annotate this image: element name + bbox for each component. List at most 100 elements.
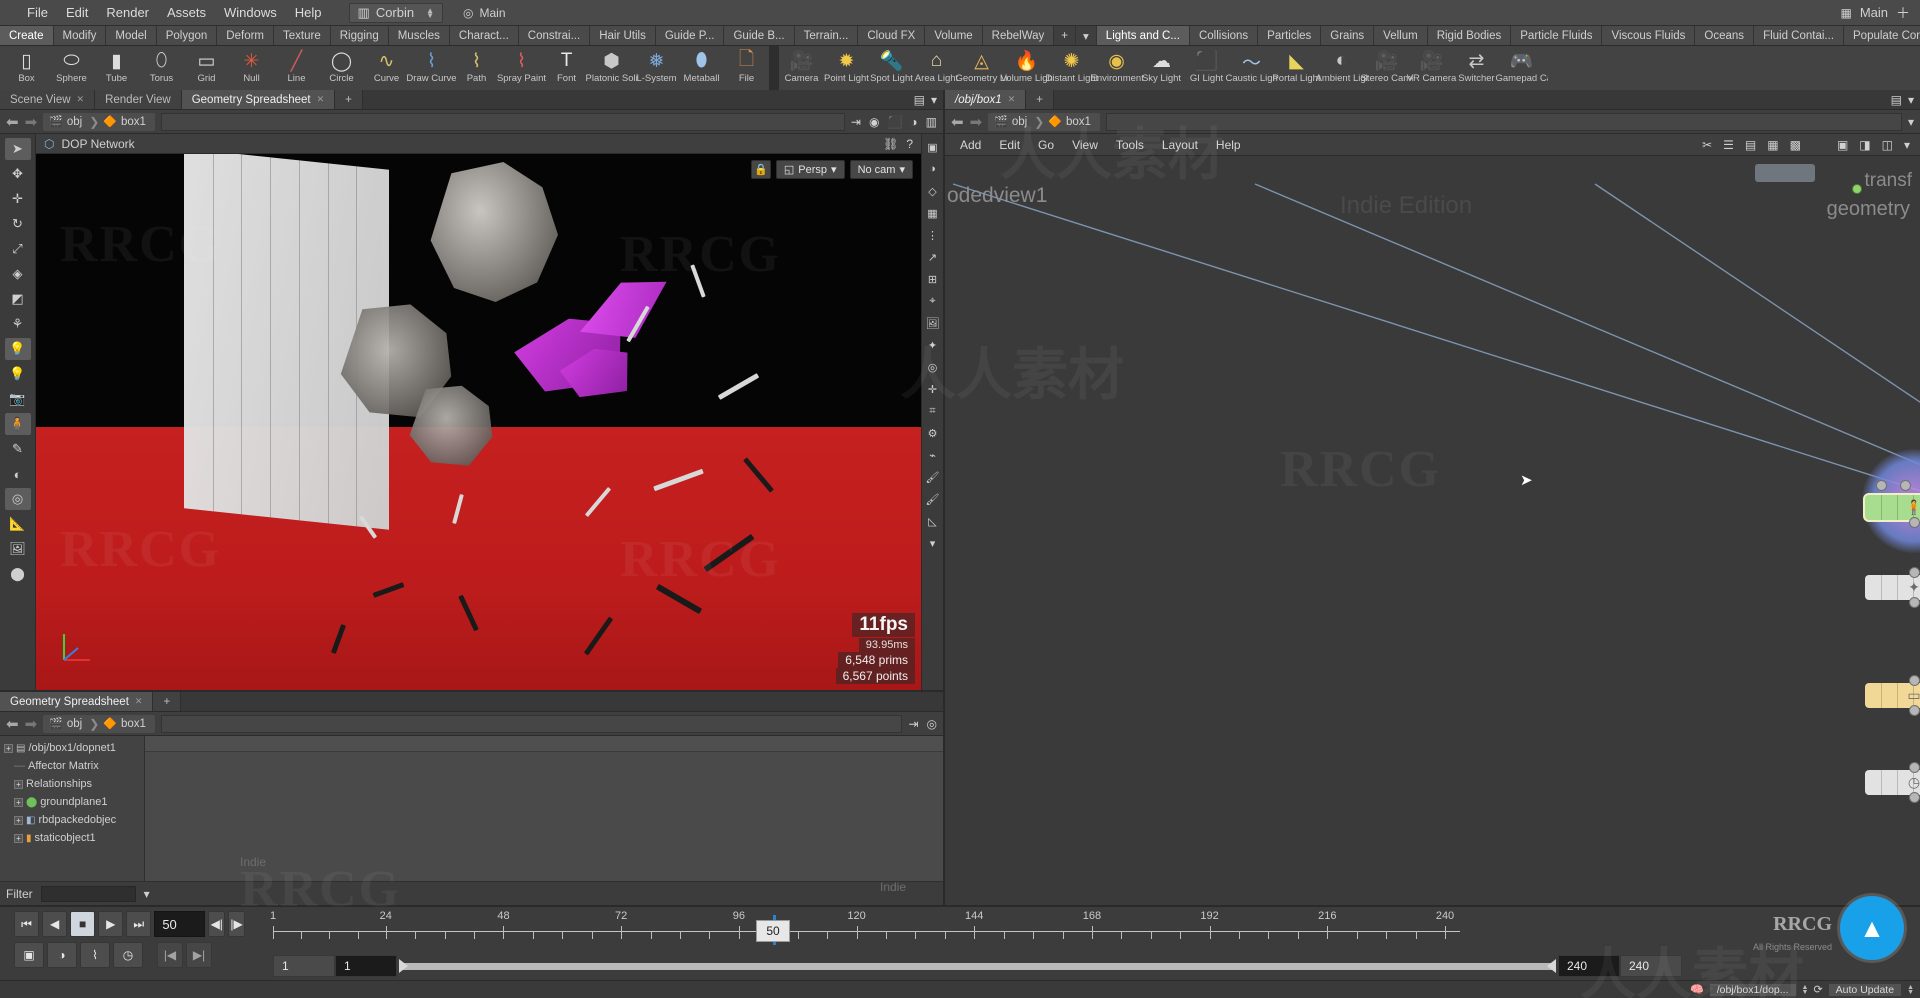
update-mode-spinner-icon[interactable]: ▲ ▼	[1907, 984, 1914, 996]
network-menu-icon[interactable]: ▾	[1908, 93, 1914, 107]
desktop-selector[interactable]: ▥ Corbin ▲ ▼	[348, 2, 444, 23]
sheet-crumb-box1[interactable]: 🔶 box1	[99, 717, 153, 731]
expand-toggle-icon[interactable]: +	[4, 743, 13, 753]
shelf-tab-guide-b[interactable]: Guide B...	[724, 26, 795, 45]
shelf-item-draw-curve[interactable]: ⌇ Draw Curve	[406, 46, 456, 84]
audio-button[interactable]: ◑	[47, 942, 77, 968]
shelf-tab-rigging[interactable]: Rigging	[330, 26, 389, 45]
shelf-item-sky-light[interactable]: ☁ Sky Light	[1139, 46, 1184, 84]
sheet-target-icon[interactable]: ◎	[927, 717, 937, 731]
next-key-button[interactable]: ▶|	[186, 942, 212, 968]
tab-close-icon-2[interactable]: ✕	[317, 94, 325, 105]
background-icon[interactable]: ▥	[926, 115, 937, 129]
shelf-item-box[interactable]: ▯ Box	[4, 46, 49, 84]
snapshot-icon[interactable]: ◉	[869, 115, 879, 129]
network-menu-edit[interactable]: Edit	[990, 136, 1029, 154]
shelf-item-stereo-camera[interactable]: 🎥Stereo Camera	[1361, 46, 1413, 84]
status-path-spinner-icon[interactable]: ▲ ▼	[1802, 984, 1809, 996]
step-back-button[interactable]: ◀|	[208, 911, 226, 937]
node-body[interactable]: ✦	[1865, 567, 1920, 608]
step-forward-button[interactable]: |▶	[228, 911, 245, 937]
shelf-item-vr-camera[interactable]: 🎥 VR Camera	[1407, 46, 1457, 84]
node-input-port[interactable]	[1909, 762, 1920, 773]
snapshot-tool-icon[interactable]: 🖼	[5, 538, 31, 560]
shelf-tab-volume[interactable]: Volume	[925, 26, 983, 45]
shelf-tab-grains[interactable]: Grains	[1321, 26, 1375, 45]
pane-menu-icon[interactable]: ▾	[931, 93, 937, 107]
shelf-tab-populate-con[interactable]: Populate Con...	[1844, 26, 1920, 45]
time-button[interactable]: ◷	[113, 942, 143, 968]
wireframe-mode-icon[interactable]: ◇	[924, 182, 942, 200]
shelf-item-curve[interactable]: ∿ Curve	[364, 46, 409, 84]
viewport-camera-selector[interactable]: No cam ▾	[849, 160, 913, 179]
shelf-item-caustic-light[interactable]: 〜 Caustic Light	[1226, 46, 1278, 84]
shelf-item-spray-paint[interactable]: ⌇ Spray Paint	[497, 46, 546, 84]
guide-icon[interactable]: ⌖	[924, 292, 942, 310]
playhead[interactable]: 50	[756, 920, 790, 942]
desktop-spinner-icon[interactable]: ▲ ▼	[426, 6, 434, 19]
shelf-tab-oceans[interactable]: Oceans	[1695, 26, 1755, 45]
shelf-item-spot-light[interactable]: 🔦 Spot Light	[869, 46, 914, 84]
pane-link-icon[interactable]: ⛓	[883, 137, 898, 151]
grid-view-icon[interactable]: ▦	[1840, 6, 1851, 20]
move-tool-icon[interactable]: ✛	[5, 188, 31, 210]
paint-tool-icon[interactable]: ✎	[5, 438, 31, 460]
network-options-icon[interactable]: ▾	[1904, 138, 1910, 152]
stop-button[interactable]: ■	[70, 911, 96, 937]
view-tool-icon[interactable]: ✥	[5, 163, 31, 185]
spreadsheet-breadcrumb[interactable]: 🎬 obj ❯ 🔶 box1	[43, 714, 155, 733]
net-back-arrow-icon[interactable]: ⬅	[951, 113, 964, 131]
sheet-back-arrow-icon[interactable]: ⬅	[6, 715, 19, 733]
shelf-tab-deform[interactable]: Deform	[217, 26, 274, 45]
network-node[interactable]: ✦dopimport1✹	[1865, 567, 1920, 608]
menu-render[interactable]: Render	[97, 2, 158, 23]
spreadsheet-tree-item[interactable]: + ◧ rbdpackedobjec	[0, 811, 144, 829]
menu-file[interactable]: File	[18, 2, 57, 23]
sculpt-tool-icon[interactable]: ◐	[5, 463, 31, 485]
range-slider[interactable]	[399, 958, 1556, 973]
snap-icon[interactable]: ⌗	[924, 402, 942, 420]
node-output-port[interactable]	[1909, 704, 1920, 716]
network-canvas[interactable]: odedview1 Indie Edition geometry transf …	[945, 156, 1920, 905]
brush-icon[interactable]: 🖌	[924, 468, 942, 486]
network-maximize-icon[interactable]: ▤	[1891, 93, 1902, 107]
net-forward-arrow-icon[interactable]: ➡	[970, 113, 983, 131]
shelf-tab-particles[interactable]: Particles	[1258, 26, 1322, 45]
shelf-item-circle[interactable]: ◯ Circle	[319, 46, 364, 84]
shelf-tab-lights-and-c[interactable]: Lights and C...	[1096, 26, 1190, 45]
spreadsheet-tree-item[interactable]: + ▤/obj/box1/dopnet1	[0, 739, 144, 757]
selection-mode-button[interactable]: ▣	[14, 942, 44, 968]
menu-edit[interactable]: Edit	[57, 2, 97, 23]
shelf-item-null[interactable]: ✳ Null	[229, 46, 274, 84]
node-input-port[interactable]	[1909, 567, 1920, 578]
cook-icon[interactable]: 🧠	[1690, 983, 1704, 996]
node-input-port[interactable]	[1900, 480, 1911, 491]
shelf-item-distant-light[interactable]: ✺ Distant Light	[1046, 46, 1098, 84]
shelf-item-area-light[interactable]: ⌂ Area Light	[914, 46, 959, 84]
scene-breadcrumb[interactable]: 🎬 obj ❯ 🔶 box1	[43, 112, 155, 131]
network-tools-icon[interactable]: ✂	[1702, 138, 1712, 152]
shelf-tab-viscous-fluids[interactable]: Viscous Fluids	[1602, 26, 1696, 45]
expand-toggle-icon[interactable]: +	[14, 779, 23, 789]
viewport-canvas[interactable]: ⬡ DOP Network ⛓ ? 🔒 ◱ Persp ▾ No cam ▾ 1…	[36, 134, 921, 690]
net-chevron-icon[interactable]: ▾	[1908, 115, 1914, 129]
node-output-port[interactable]	[1909, 597, 1920, 608]
camera-display-icon[interactable]: ◎	[924, 358, 942, 376]
range-handle-left[interactable]	[399, 958, 408, 973]
viewport-settings-icon[interactable]: ⚙	[924, 424, 942, 442]
shelf-item-path[interactable]: ⌇ Path	[454, 46, 499, 84]
jump-to-end-button[interactable]: ⏭	[126, 911, 152, 937]
shelf-item-font[interactable]: T Font	[544, 46, 589, 84]
uv-mode-icon[interactable]: ▦	[924, 204, 942, 222]
network-node[interactable]: ◷timeshift2◔✹	[1865, 762, 1920, 803]
spreadsheet-tree-item[interactable]: + ⬤ groundplane1	[0, 793, 144, 811]
handle-display-icon[interactable]: ✛	[924, 380, 942, 398]
network-grid2-icon[interactable]: ▩	[1790, 138, 1801, 152]
rotate-tool-icon[interactable]: ↻	[5, 213, 31, 235]
normals-icon[interactable]: ↗	[924, 248, 942, 266]
display-mode-icon[interactable]: ▣	[924, 138, 942, 156]
network-path-field[interactable]	[1105, 112, 1902, 131]
node-input-port[interactable]	[1909, 674, 1920, 686]
range-handle-right[interactable]	[1547, 958, 1556, 973]
network-tab-close-icon[interactable]: ✕	[1008, 94, 1016, 105]
